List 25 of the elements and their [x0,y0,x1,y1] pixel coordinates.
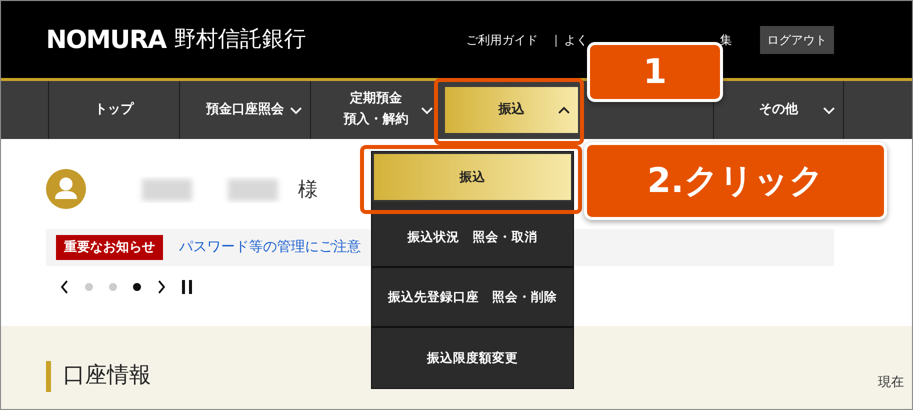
nav-tab[interactable]: 振込 [445,87,578,133]
nav-tab[interactable]: 預金口座照会 [179,81,310,139]
section-title: 口座情報 [46,361,151,392]
callout: 2.クリック [584,142,887,220]
user-icon [46,169,86,209]
pause-icon[interactable] [182,280,192,294]
notice-link[interactable]: パスワード等の管理にご注意 [179,237,361,258]
nav-tab[interactable]: トップ [48,81,179,139]
next-icon[interactable] [157,280,166,294]
notice-label: 重要なお知らせ [56,234,163,260]
honorific-text: 様 [298,176,318,203]
bank-name: 野村信託銀行 [174,26,306,54]
menu-item[interactable]: 振込 [372,152,573,202]
as-of-text: 現在 [878,374,904,392]
header-link[interactable]: ご利用ガイド [466,30,538,48]
previous-icon[interactable] [60,280,69,294]
header-link[interactable]: 集 [720,30,732,48]
carousel-dot[interactable] [109,283,117,291]
nav-tab[interactable]: 定期預金 預入・解約 [310,81,441,139]
divider-text: | [554,32,558,48]
header-link[interactable]: よく [564,30,588,48]
logo-text: NOMURA [46,24,166,56]
carousel-dot[interactable] [133,283,141,291]
carousel-dot[interactable] [85,283,93,291]
logout-button[interactable]: ログアウト [760,26,834,54]
